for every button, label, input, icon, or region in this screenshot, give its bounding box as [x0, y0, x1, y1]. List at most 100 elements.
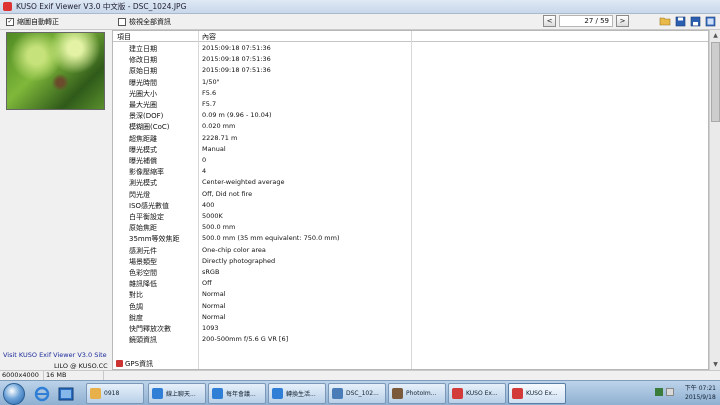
column-header-item[interactable]: 項目 [117, 32, 131, 42]
table-row[interactable]: 快門釋放次數 1093 [113, 323, 708, 334]
next-image-button[interactable]: > [616, 15, 629, 27]
table-row[interactable]: 原始焦距 500.0 mm [113, 222, 708, 233]
folder-icon [90, 388, 101, 399]
auto-rotate-checkbox[interactable]: ✓ 縮圖自動轉正 [6, 17, 59, 27]
row-key: 建立日期 [129, 45, 157, 53]
table-row[interactable]: 銳度 Normal [113, 312, 708, 323]
table-row[interactable]: 色彩空間 sRGB [113, 267, 708, 278]
save-as-button[interactable] [689, 15, 701, 27]
checkbox-checked-icon[interactable]: ✓ [6, 17, 14, 26]
table-row[interactable]: 鏡頭資訊 200-500mm f/5.6 G VR [6] [113, 334, 708, 345]
image-thumbnail[interactable] [6, 32, 105, 110]
start-button[interactable] [3, 383, 25, 405]
taskbar-item[interactable]: KUSO Ex... [508, 383, 566, 404]
table-row[interactable]: 光圈大小 F5.6 [113, 88, 708, 99]
row-key: 原始焦距 [129, 224, 157, 233]
scrollbar-thumb[interactable] [711, 42, 720, 122]
table-row[interactable]: 場景類型 Directly photographed [113, 256, 708, 267]
status-bar: 6000x4000 16 MB [0, 370, 720, 381]
table-row[interactable]: ISO感光數值 400 [113, 200, 708, 211]
table-row[interactable]: 最大光圈 F5.7 [113, 99, 708, 110]
network-icon[interactable] [655, 388, 663, 396]
taskbar-item-label: 0918 [104, 390, 120, 397]
row-value: 0 [202, 156, 207, 164]
table-row[interactable]: 建立日期 2015:09:18 07:51:36 [113, 43, 708, 54]
clock-date: 2015/9/18 [685, 394, 716, 401]
gps-icon [116, 360, 123, 367]
table-row[interactable]: 測光模式 Center-weighted average [113, 177, 708, 188]
taskbar-item-label: KUSO Ex... [526, 390, 558, 397]
image-icon [332, 388, 343, 399]
vertical-scrollbar[interactable]: ▲ ▼ [709, 30, 720, 370]
row-key: 快門釋放次數 [129, 325, 171, 333]
row-value: Off, Did not fire [202, 189, 253, 198]
table-row[interactable]: 色調 Normal [113, 301, 708, 312]
pinned-show-desktop-button[interactable] [55, 383, 77, 404]
open-folder-button[interactable] [659, 15, 671, 27]
exif-table: 項目 內容 建立日期 2015:09:18 07:51:36 修改日期 2015:09… [112, 30, 709, 370]
pinned-ie-button[interactable] [31, 383, 53, 404]
credit-text: LILO @ KUSO.CC [54, 362, 108, 370]
row-key: 場景類型 [129, 257, 157, 266]
gps-label: GPS資訊 [125, 360, 154, 368]
row-value: Directly photographed [202, 256, 276, 265]
row-value: 200-500mm f/5.6 G VR [6] [202, 335, 289, 344]
table-row[interactable]: 影像壓縮率 4 [113, 166, 708, 177]
table-row[interactable]: 原始日期 2015:09:18 07:51:36 [113, 65, 708, 76]
table-row[interactable]: 感測元件 One-chip color area [113, 245, 708, 256]
row-value: 2015:09:18 07:51:36 [202, 55, 271, 64]
taskbar-item[interactable]: 0918 [86, 383, 144, 404]
table-row[interactable]: 曝光時間 1/50" [113, 77, 708, 88]
table-row[interactable]: 景深(DOF) 0.09 m (9.96 - 10.04) [113, 110, 708, 121]
row-key: 最大光圈 [129, 101, 157, 109]
window-title: KUSO Exif Viewer V3.0 中文版 - DSC_1024.JPG [16, 2, 187, 11]
row-value: 2228.71 m [202, 133, 238, 142]
show-all-checkbox[interactable]: 檢視全部資訊 [118, 17, 171, 27]
row-key: 銳度 [129, 313, 143, 322]
row-value: 1093 [202, 324, 219, 332]
row-value: Normal [202, 312, 226, 321]
table-row[interactable]: 白平衡設定 5000K [113, 211, 708, 222]
prev-image-button[interactable]: < [543, 15, 556, 27]
visit-site-link[interactable]: Visit KUSO Exif Viewer V3.0 Site [3, 351, 107, 359]
table-row[interactable]: 35mm等效焦距 500.0 mm (35 mm equivalent: 750.… [113, 233, 708, 244]
taskbar-item[interactable]: PhotoIm... [388, 383, 446, 404]
kuso-icon [452, 388, 463, 399]
volume-icon[interactable] [666, 388, 674, 396]
table-row[interactable]: 模糊圈(CoC) 0.020 mm [113, 121, 708, 132]
table-row[interactable]: 修改日期 2015:09:18 07:51:36 [113, 54, 708, 65]
column-header-content[interactable]: 內容 [202, 32, 216, 42]
row-key: 白平衡設定 [129, 213, 164, 221]
clock-time: 下午 07:21 [684, 385, 716, 392]
scroll-up-arrow-icon[interactable]: ▲ [710, 30, 720, 41]
table-row[interactable]: 雜訊降低 Off [113, 278, 708, 289]
app-icon [3, 2, 12, 11]
taskbar-item[interactable]: 每年會議... [208, 383, 266, 404]
row-key: 色調 [129, 302, 143, 311]
ie-icon [212, 388, 223, 399]
taskbar-item[interactable]: KUSO Ex... [448, 383, 506, 404]
table-row[interactable]: 對比 Normal [113, 289, 708, 300]
table-row[interactable]: 超焦距離 2228.71 m [113, 133, 708, 144]
taskbar-item-label: KUSO Ex... [466, 390, 498, 397]
row-key: 影像壓縮率 [129, 168, 164, 177]
row-value: 0.09 m (9.96 - 10.04) [202, 111, 272, 120]
desktop-icon [58, 387, 74, 400]
export-button[interactable] [704, 15, 716, 27]
taskbar-item-label: 轉換生活... [286, 391, 316, 398]
table-row[interactable]: 曝光補償 0 [113, 155, 708, 166]
row-value: One-chip color area [202, 245, 266, 254]
row-value: Center-weighted average [202, 178, 285, 187]
toolbar: ✓ 縮圖自動轉正 檢視全部資訊 < 27 / 59 > [0, 14, 720, 30]
table-row[interactable]: 閃光燈 Off, Did not fire [113, 189, 708, 200]
checkbox-unchecked-icon[interactable] [118, 18, 126, 26]
scroll-down-arrow-icon[interactable]: ▼ [710, 359, 720, 370]
save-button[interactable] [674, 15, 686, 27]
taskbar-item-label: DSC_102... [346, 390, 379, 397]
taskbar-item[interactable]: DSC_102... [328, 383, 386, 404]
taskbar-item[interactable]: 線上聊天... [148, 383, 206, 404]
system-clock[interactable]: 下午 07:21 2015/9/18 [685, 384, 716, 402]
taskbar-item[interactable]: 轉換生活... [268, 383, 326, 404]
table-row[interactable]: 曝光模式 Manual [113, 144, 708, 155]
gps-group-row[interactable]: GPS資訊 [113, 358, 708, 369]
